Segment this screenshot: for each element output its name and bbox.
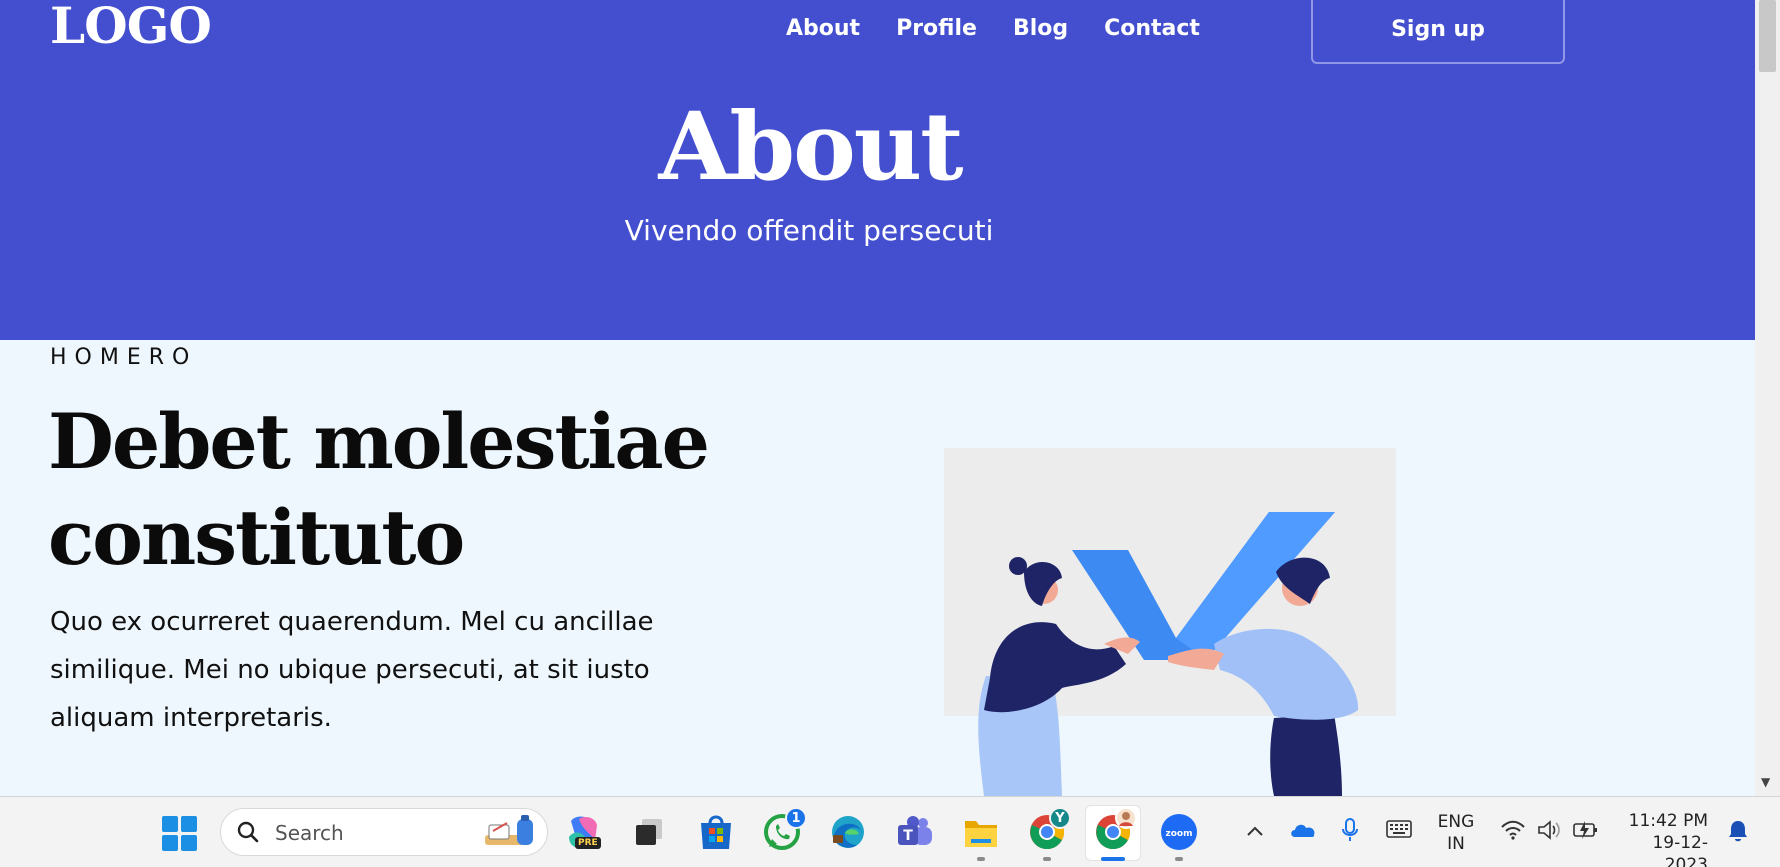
signup-button[interactable]: Sign up <box>1311 0 1565 64</box>
keyboard-icon[interactable] <box>1386 819 1412 839</box>
zoom-icon-label: zoom <box>1166 829 1193 839</box>
chrome-active-indicator <box>1101 857 1125 861</box>
chrome-profile-badge: Y <box>1049 807 1071 829</box>
page-subtitle: Vivendo offendit persecuti <box>624 214 994 247</box>
teams-icon[interactable]: T <box>896 813 934 851</box>
whatsapp-unread-badge: 1 <box>785 807 807 829</box>
battery-charging-icon[interactable] <box>1572 818 1600 842</box>
taskbar: Search PRE 1 T Y zoom ENG IN 11:42 PM 19… <box>0 796 1780 867</box>
file-explorer-icon[interactable] <box>962 813 1000 851</box>
volume-icon[interactable] <box>1536 819 1562 841</box>
search-icon <box>237 821 259 843</box>
file-explorer-running-indicator <box>977 857 985 861</box>
chevron-up-icon[interactable] <box>1245 823 1265 839</box>
browser-viewport: LOGO About Profile Blog Contact Sign up … <box>0 0 1755 796</box>
clock-time: 11:42 PM <box>1628 811 1708 831</box>
section-body: Quo ex ocurreret quaerendum. Mel cu anci… <box>50 607 654 733</box>
section-headline: Debet molestiae constituto <box>48 397 710 582</box>
profile-avatar <box>1115 807 1137 829</box>
chrome-running-indicator <box>1043 857 1051 861</box>
region-code: IN <box>1447 834 1465 854</box>
search-placeholder: Search <box>275 821 344 845</box>
section-eyebrow: HOMERO <box>50 345 198 370</box>
taskbar-search-box[interactable]: Search <box>220 808 548 856</box>
nav-blog-link[interactable]: Blog <box>1013 14 1068 44</box>
main-nav: About Profile Blog Contact <box>786 14 1236 44</box>
teamwork-illustration <box>944 448 1396 796</box>
vertical-scrollbar[interactable] <box>1755 0 1780 796</box>
onedrive-icon[interactable] <box>1289 821 1317 839</box>
scrollbar-thumb[interactable] <box>1759 0 1776 72</box>
nav-profile-link[interactable]: Profile <box>896 14 977 44</box>
zoom-icon[interactable]: zoom <box>1160 813 1198 851</box>
language-code: ENG <box>1437 812 1475 832</box>
clock-date: 19-12-2023 <box>1652 833 1708 867</box>
copilot-preview-badge: PRE <box>575 837 601 849</box>
input-language-indicator[interactable]: ENG IN <box>1432 811 1480 855</box>
notification-bell-icon[interactable] <box>1727 819 1749 843</box>
site-logo[interactable]: LOGO <box>50 0 212 55</box>
task-view-icon[interactable] <box>630 813 668 851</box>
hero-section: LOGO About Profile Blog Contact Sign up … <box>0 0 1755 340</box>
clock[interactable]: 11:42 PM 19-12-2023 <box>1612 810 1708 867</box>
edge-icon[interactable] <box>829 813 867 851</box>
microphone-icon[interactable] <box>1340 817 1360 843</box>
svg-text:T: T <box>903 828 913 844</box>
scroll-down-arrow-icon[interactable]: ▼ <box>1761 775 1770 789</box>
nav-about-link[interactable]: About <box>786 14 860 44</box>
page-title: About <box>658 92 963 202</box>
zoom-running-indicator <box>1175 857 1183 861</box>
nav-contact-link[interactable]: Contact <box>1104 14 1200 44</box>
wifi-icon[interactable] <box>1500 819 1526 841</box>
search-highlight-icon <box>485 815 533 845</box>
windows-start-icon[interactable] <box>162 816 198 852</box>
microsoft-store-icon[interactable] <box>697 813 735 851</box>
